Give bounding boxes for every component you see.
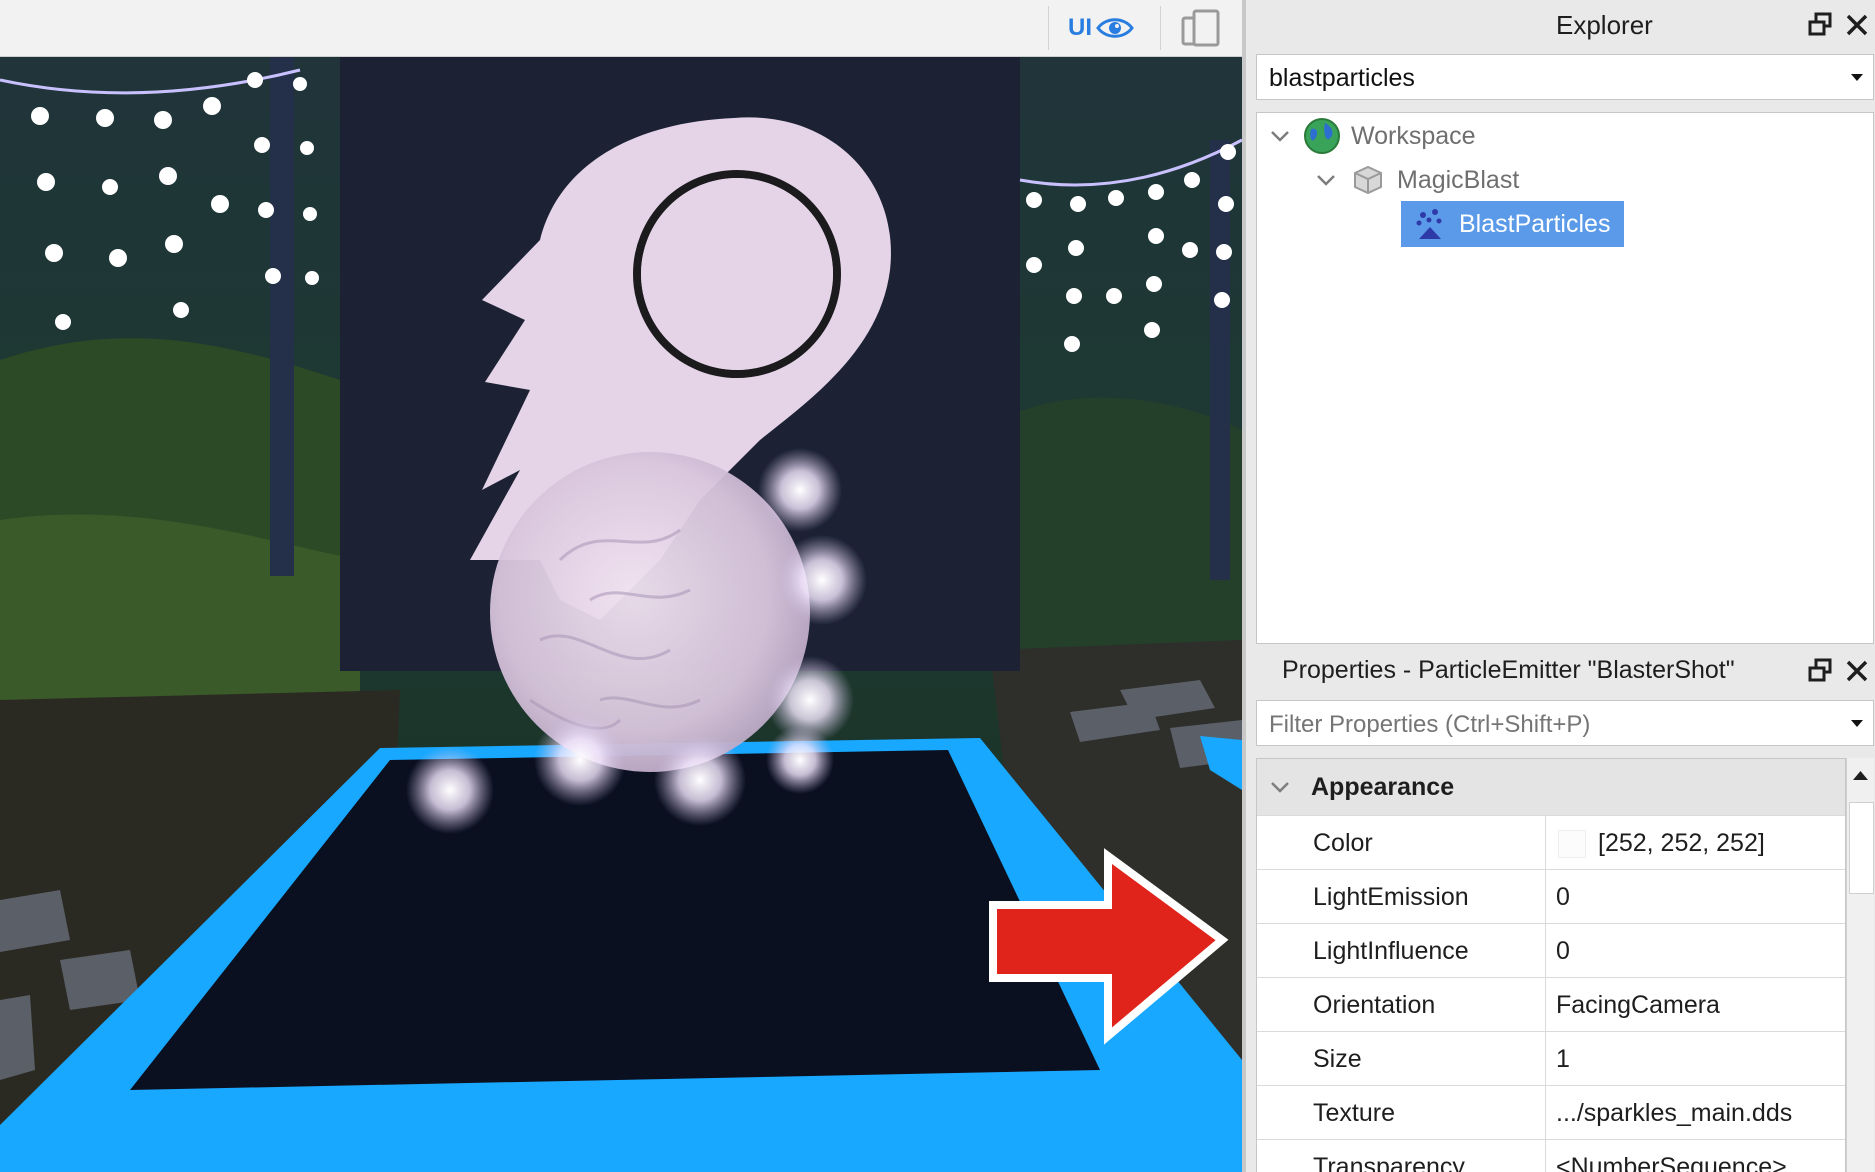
globe-icon (1304, 118, 1340, 154)
undock-icon (1808, 12, 1832, 36)
ui-visibility-toggle[interactable]: UI (1068, 10, 1148, 46)
explorer-filter-box[interactable] (1256, 54, 1874, 100)
close-icon (1846, 660, 1868, 682)
property-name: Transparency (1313, 1153, 1465, 1172)
chevron-down-icon[interactable] (1267, 123, 1293, 149)
property-value: [252, 252, 252] (1598, 829, 1765, 857)
close-button[interactable] (1842, 656, 1872, 686)
properties-filter-input[interactable] (1267, 709, 1831, 741)
topbar-divider (1160, 6, 1161, 50)
tree-item-workspace[interactable]: Workspace (1267, 115, 1476, 157)
property-name: Color (1313, 829, 1373, 857)
property-name: Orientation (1313, 991, 1436, 1019)
explorer-tree: Workspace MagicBlast BlastParticles (1256, 112, 1874, 644)
close-button[interactable] (1842, 10, 1872, 40)
tree-item-label: Workspace (1351, 121, 1476, 150)
undock-button[interactable] (1806, 656, 1836, 686)
property-value: 0 (1556, 883, 1570, 911)
property-row-color: Color [252, 252, 252] (1257, 815, 1845, 870)
ui-toggle-label: UI (1068, 14, 1092, 41)
explorer-panel-header: Explorer (1246, 0, 1875, 50)
chevron-down-icon[interactable] (1851, 720, 1863, 727)
chevron-down-icon[interactable] (1313, 167, 1339, 193)
property-value: FacingCamera (1556, 991, 1720, 1019)
property-value: 0 (1556, 937, 1570, 965)
tree-item-blastparticles[interactable]: BlastParticles (1401, 201, 1625, 247)
close-icon (1846, 14, 1868, 36)
property-value: 1 (1556, 1045, 1570, 1073)
properties-panel-header: Properties - ParticleEmitter "BlasterSho… (1246, 646, 1875, 696)
studio-side-panels: Explorer Workspace (1242, 0, 1875, 1172)
property-value-cell[interactable]: [252, 252, 252] (1545, 816, 1845, 870)
topbar-divider (1048, 6, 1049, 50)
property-name: Texture (1313, 1099, 1395, 1127)
section-label: Appearance (1311, 772, 1455, 801)
property-name: LightEmission (1313, 883, 1469, 911)
chevron-down-icon[interactable] (1267, 774, 1293, 800)
property-row-orientation: Orientation FacingCamera (1257, 977, 1845, 1032)
properties-grid: Appearance Color [252, 252, 252] LightEm… (1256, 758, 1846, 1172)
property-value: <NumberSequence> (1556, 1153, 1787, 1172)
section-appearance[interactable]: Appearance (1257, 759, 1845, 815)
properties-title: Properties - ParticleEmitter "BlasterSho… (1282, 656, 1735, 684)
device-emulator-button[interactable] (1180, 8, 1222, 48)
tree-item-label: BlastParticles (1459, 209, 1611, 238)
scroll-up-button[interactable] (1847, 758, 1874, 794)
property-value-cell[interactable]: 0 (1545, 870, 1845, 924)
property-value-cell[interactable]: 0 (1545, 924, 1845, 978)
property-value: .../sparkles_main.dds (1556, 1099, 1793, 1127)
tree-item-label: MagicBlast (1397, 165, 1520, 194)
chevron-up-icon (1853, 771, 1868, 780)
game-viewport[interactable]: UI (0, 0, 1242, 1172)
property-row-texture: Texture .../sparkles_main.dds (1257, 1085, 1845, 1140)
property-value-cell[interactable]: 1 (1545, 1032, 1845, 1086)
property-value-cell[interactable]: .../sparkles_main.dds (1545, 1086, 1845, 1140)
tree-item-magicblast[interactable]: MagicBlast (1313, 159, 1519, 201)
model-icon (1354, 165, 1382, 195)
property-row-lightinfluence: LightInfluence 0 (1257, 923, 1845, 978)
particle-emitter-icon (1416, 209, 1442, 239)
explorer-filter-input[interactable] (1267, 62, 1831, 94)
property-row-size: Size 1 (1257, 1031, 1845, 1086)
color-swatch[interactable] (1558, 830, 1586, 858)
chevron-down-icon[interactable] (1851, 74, 1863, 81)
undock-icon (1808, 658, 1832, 682)
scene-render (0, 56, 1242, 1172)
device-icon (1181, 9, 1220, 47)
viewport-topbar: UI (0, 0, 1242, 57)
property-name: LightInfluence (1313, 937, 1469, 965)
explorer-title: Explorer (1556, 10, 1653, 40)
property-row-lightemission: LightEmission 0 (1257, 869, 1845, 924)
property-value-cell[interactable]: FacingCamera (1545, 978, 1845, 1032)
property-value-cell[interactable]: <NumberSequence> (1545, 1140, 1845, 1172)
property-name: Size (1313, 1045, 1362, 1073)
scroll-thumb[interactable] (1849, 802, 1874, 894)
properties-filter-box[interactable] (1256, 700, 1874, 746)
property-row-transparency: Transparency <NumberSequence> (1257, 1139, 1845, 1172)
eye-icon (1096, 18, 1134, 38)
properties-scrollbar[interactable] (1846, 758, 1874, 1172)
undock-button[interactable] (1806, 10, 1836, 40)
